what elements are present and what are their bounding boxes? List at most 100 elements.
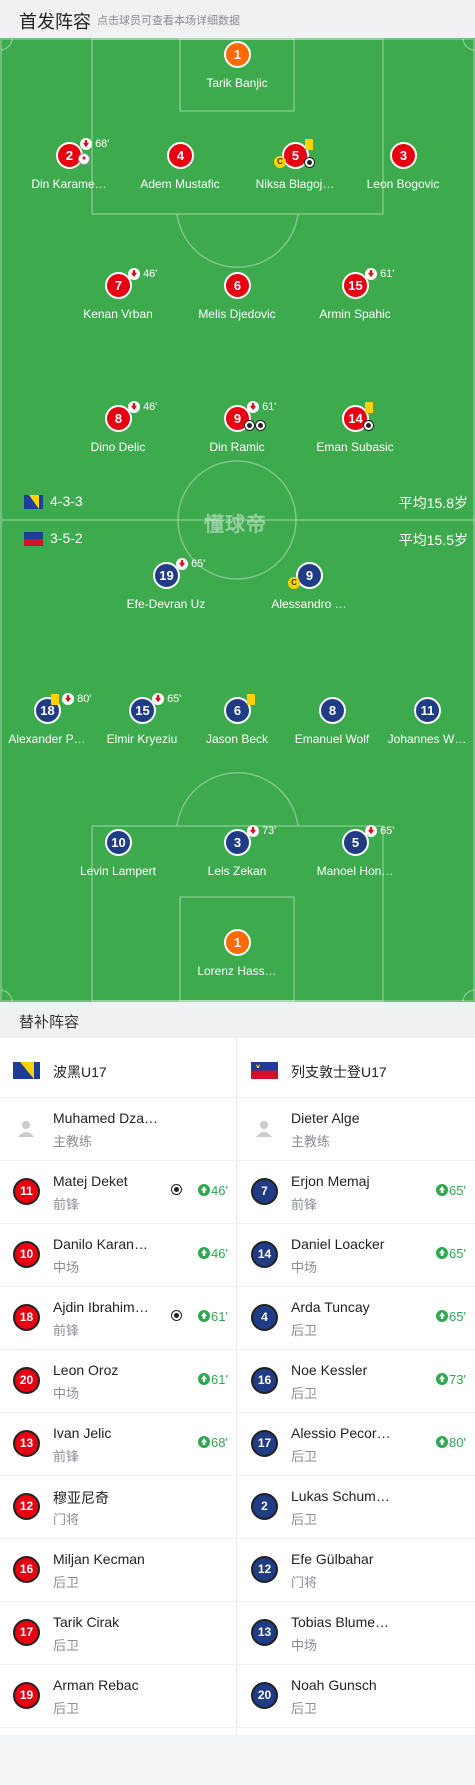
sub-on-minute-value: 61' [211, 1309, 228, 1324]
watermark: 懂球帝 [204, 514, 267, 536]
sub-minute: 61' [262, 401, 277, 413]
player-away-15[interactable]: 15 65' Elmir Kryeziu [87, 693, 197, 747]
sub-on-minute: 46' [198, 1183, 228, 1198]
sub-player-position: 后卫 [53, 1701, 80, 1716]
away-team-name: 列支敦士登U17 [291, 1064, 387, 1080]
player-name: Niksa Blagoj… [255, 177, 335, 191]
ball-icon [171, 1184, 182, 1195]
sub-player-row[interactable]: 14 Daniel Loacker 中场 65' [238, 1224, 475, 1287]
player-home-1[interactable]: 1 Tarik Banjic [182, 41, 292, 91]
sub-player-name: Tarik Cirak [53, 1614, 120, 1630]
player-away-5[interactable]: 5 65' Manoel Hon… [300, 825, 410, 879]
sub-player-number: 16 [13, 1556, 40, 1583]
player-away-6[interactable]: 6 Jason Beck [182, 693, 292, 747]
sub-player-position: 前锋 [291, 1197, 318, 1212]
player-name: Levin Lampert [79, 864, 157, 878]
sub-minute: 46' [143, 401, 158, 413]
player-number: 4 [167, 142, 194, 169]
sub-player-position: 中场 [53, 1386, 80, 1401]
sub-player-row[interactable]: 16 Noe Kessler 后卫 73' [238, 1350, 475, 1413]
player-home-7[interactable]: 7 46' Kenan Vrban [63, 268, 173, 322]
sub-player-number: 13 [251, 1619, 278, 1646]
captain-icon: C [274, 156, 286, 169]
sub-player-row[interactable]: 10 Danilo Karan… 中场 46' [0, 1224, 237, 1287]
sub-off-icon [152, 693, 164, 706]
player-home-3[interactable]: 3 Leon Bogovic [348, 142, 458, 192]
sub-off-icon [128, 268, 140, 281]
sub-player-row[interactable]: 12 穆亚尼奇 门将 [0, 1476, 237, 1539]
sub-player-name: Daniel Loacker [291, 1236, 385, 1252]
sub-on-icon [198, 1436, 211, 1448]
player-away-8[interactable]: 8 Emanuel Wolf [277, 697, 387, 747]
sub-player-row[interactable]: 13 Tobias Blume… 中场 [238, 1602, 475, 1665]
player-name: Lorenz Hass… [197, 964, 277, 978]
sub-player-row[interactable]: 16 Miljan Kecman 后卫 [0, 1539, 237, 1602]
player-home-4[interactable]: 4 Adem Mustafic [125, 142, 235, 192]
sub-player-name: Danilo Karan… [53, 1236, 148, 1252]
player-name: Tarik Banjic [206, 76, 268, 90]
ball-icon [244, 419, 255, 431]
away-coach-row[interactable]: Dieter Alge 主教练 [238, 1098, 475, 1161]
sub-off-icon [247, 401, 259, 414]
sub-player-row[interactable]: 20 Leon Oroz 中场 61' [0, 1350, 237, 1413]
sub-on-minute-value: 61' [211, 1372, 228, 1387]
sub-player-row[interactable]: 20 Noah Gunsch 后卫 [238, 1665, 475, 1728]
player-away-11[interactable]: 11 Johannes W… [372, 697, 475, 747]
sub-player-name: Noah Gunsch [291, 1677, 377, 1693]
player-away-10[interactable]: 10 Levin Lampert [63, 829, 173, 879]
sub-on-icon [436, 1310, 449, 1322]
player-home-8[interactable]: 8 46' Dino Delic [63, 401, 173, 455]
player-home-5[interactable]: 5 C Niksa Blagoj… [240, 138, 350, 192]
player-away-9[interactable]: 9 C Alessandro … [254, 562, 364, 612]
sub-on-icon [198, 1310, 211, 1322]
player-number: 6 [224, 272, 251, 299]
sub-player-row[interactable]: 17 Tarik Cirak 后卫 [0, 1602, 237, 1665]
sub-on-minute: 65' [436, 1246, 466, 1261]
player-name: Manoel Hon… [316, 864, 394, 878]
sub-minute: 65' [167, 693, 182, 705]
home-coach-row[interactable]: Muhamed Dzakmic 主教练 [0, 1098, 237, 1161]
sub-player-name: Lukas Schum… [291, 1488, 390, 1504]
sub-player-position: 后卫 [291, 1512, 318, 1527]
sub-off-icon [176, 558, 188, 571]
player-away-1[interactable]: 1 Lorenz Hass… [182, 929, 292, 979]
coach-name: Muhamed Dzakmic [53, 1110, 161, 1126]
subs-panel: 波黑U17 Muhamed Dzakmic 主教练 11 Matej Deket 前锋 4… [0, 1038, 475, 1735]
sub-player-row[interactable]: 11 Matej Deket 前锋 46' [0, 1161, 237, 1224]
player-home-9[interactable]: 9 61' Din Ramic [182, 401, 292, 455]
sub-minute: 61' [380, 268, 395, 280]
sub-player-name: Ivan Jelic [53, 1425, 112, 1441]
player-home-15[interactable]: 15 61' Armin Spahic [300, 268, 410, 322]
sub-on-minute: 68' [198, 1435, 228, 1450]
yellow-card-icon [305, 138, 313, 150]
sub-player-row[interactable]: 19 Arman Rebac 后卫 [0, 1665, 237, 1728]
sub-player-position: 中场 [291, 1638, 318, 1653]
sub-player-number: 19 [13, 1682, 40, 1709]
away-formation: 3-5-2 [50, 530, 83, 546]
sub-on-minute: 65' [436, 1183, 466, 1198]
player-name: Efe-Devran Uz [126, 597, 206, 611]
player-name: Armin Spahic [319, 307, 391, 321]
sub-player-row[interactable]: 13 Ivan Jelic 前锋 68' [0, 1413, 237, 1476]
sub-on-icon [436, 1184, 449, 1196]
sub-on-minute: 65' [436, 1309, 466, 1324]
sub-player-name: Erjon Memaj [291, 1173, 370, 1189]
sub-player-name: Leon Oroz [53, 1362, 119, 1378]
sub-player-row[interactable]: 18 Ajdin Ibrahim… 前锋 61' [0, 1287, 237, 1350]
sub-player-row[interactable]: 17 Alessio Pecor… 后卫 80' [238, 1413, 475, 1476]
sub-player-row[interactable]: 4 Arda Tuncay 后卫 65' [238, 1287, 475, 1350]
player-home-6[interactable]: 6 Melis Djedovic [182, 272, 292, 322]
sub-player-position: 门将 [291, 1575, 318, 1590]
player-away-3[interactable]: 3 73' Leis Zekan [182, 825, 292, 879]
sub-player-row[interactable]: 7 Erjon Memaj 前锋 65' [238, 1161, 475, 1224]
player-away-19[interactable]: 19 65' Efe-Devran Uz [111, 558, 221, 612]
player-home-2[interactable]: 2 68' ● Din Karame… [14, 138, 124, 192]
sub-player-position: 后卫 [291, 1449, 318, 1464]
sub-player-row[interactable]: 12 Efe Gülbahar 门将 [238, 1539, 475, 1602]
player-home-14[interactable]: 14 Eman Subasic [300, 401, 410, 455]
player-number: 3 [390, 142, 417, 169]
sub-on-minute: 61' [198, 1372, 228, 1387]
sub-player-row[interactable]: 2 Lukas Schum… 后卫 [238, 1476, 475, 1539]
sub-player-number: 12 [251, 1556, 278, 1583]
home-subs-column: 波黑U17 Muhamed Dzakmic 主教练 11 Matej Deket 前锋 4… [0, 1038, 237, 1735]
